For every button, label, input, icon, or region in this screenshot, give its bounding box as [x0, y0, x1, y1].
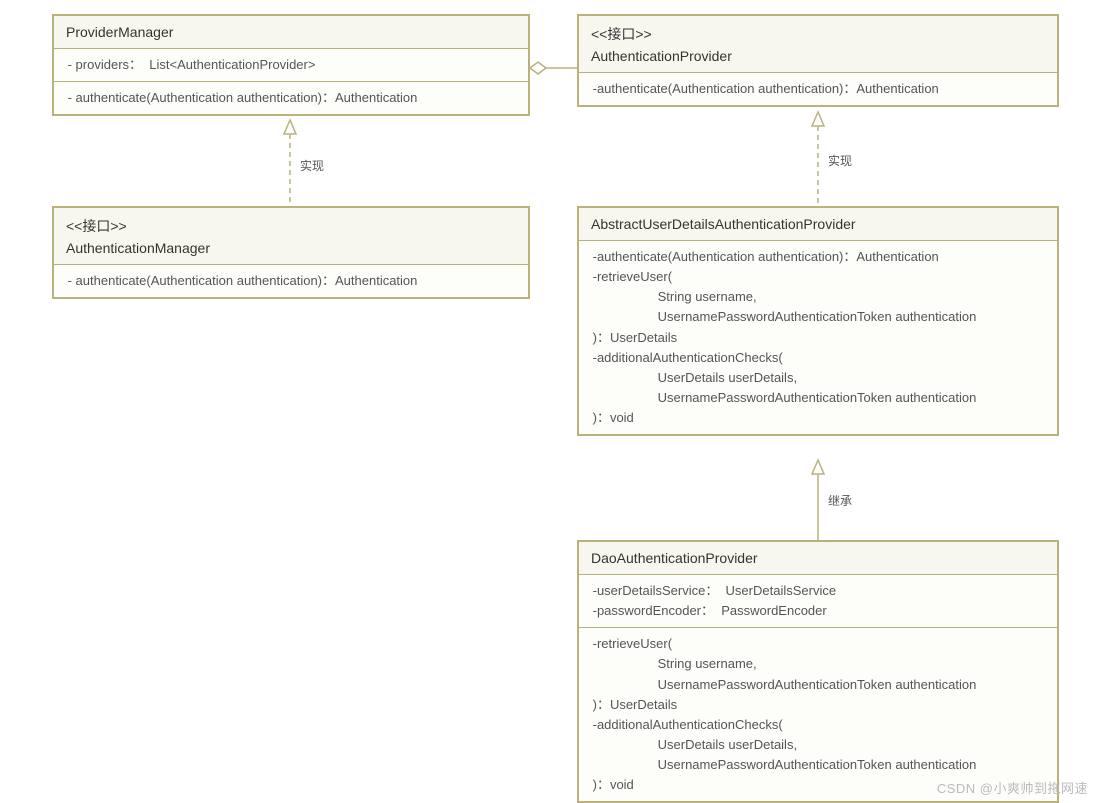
attrs: -userDetailsService： UserDetailsService …: [579, 575, 1057, 628]
class-name: AuthenticationManager: [66, 240, 516, 256]
class-authentication-provider: <<接口>> AuthenticationProvider -authentic…: [577, 14, 1059, 107]
connector-dao-abstract: [808, 460, 828, 540]
label-ap-abstract: 实现: [826, 152, 854, 169]
class-authentication-manager: <<接口>> AuthenticationManager - authentic…: [52, 206, 530, 299]
class-title: <<接口>> AuthenticationManager: [54, 208, 528, 265]
ops: - authenticate(Authentication authentica…: [54, 82, 528, 114]
watermark: CSDN @小爽帅到拖网速: [937, 778, 1088, 797]
class-abstract-user-details-auth-provider: AbstractUserDetailsAuthenticationProvide…: [577, 206, 1059, 436]
ops: -authenticate(Authentication authenticat…: [579, 73, 1057, 105]
class-dao-authentication-provider: DaoAuthenticationProvider -userDetailsSe…: [577, 540, 1059, 803]
ops: - authenticate(Authentication authentica…: [54, 265, 528, 297]
class-title: <<接口>> AuthenticationProvider: [579, 16, 1057, 73]
class-title: AbstractUserDetailsAuthenticationProvide…: [579, 208, 1057, 241]
stereotype: <<接口>>: [66, 216, 516, 236]
class-title: DaoAuthenticationProvider: [579, 542, 1057, 575]
class-name: DaoAuthenticationProvider: [591, 550, 1045, 566]
label-abstract-dao: 继承: [826, 492, 854, 509]
connector-pm-am: [280, 120, 300, 206]
class-name: AbstractUserDetailsAuthenticationProvide…: [591, 216, 1045, 232]
attrs: - providers： List<AuthenticationProvider…: [54, 49, 528, 82]
class-title: ProviderManager: [54, 16, 528, 49]
connector-abstract-ap: [808, 112, 828, 206]
class-provider-manager: ProviderManager - providers： List<Authen…: [52, 14, 530, 116]
stereotype: <<接口>>: [591, 24, 1045, 44]
label-pm-am: 实现: [298, 157, 326, 174]
ops: -authenticate(Authentication authenticat…: [579, 241, 1057, 434]
class-name: ProviderManager: [66, 24, 516, 40]
connector-pm-ap: [530, 58, 577, 78]
ops: -retrieveUser( String username, Username…: [579, 628, 1057, 801]
class-name: AuthenticationProvider: [591, 48, 1045, 64]
